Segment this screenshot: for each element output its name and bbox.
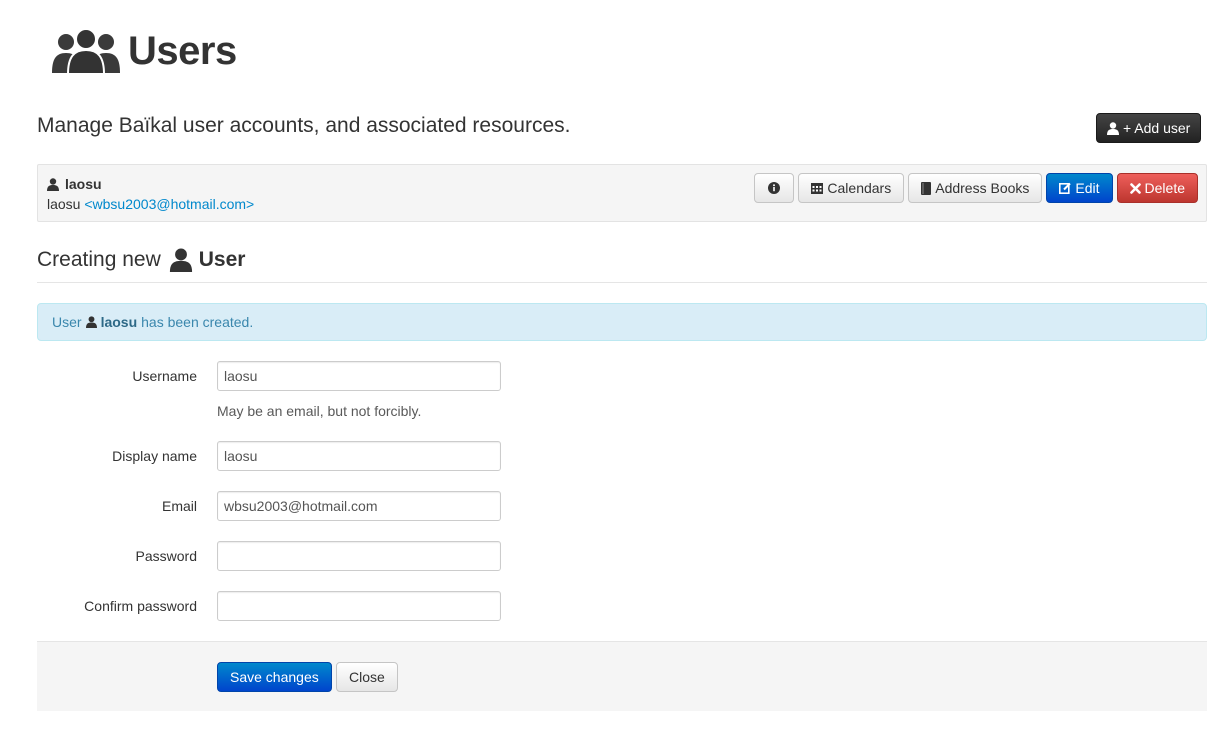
close-button[interactable]: Close <box>336 662 398 692</box>
save-changes-button[interactable]: Save changes <box>217 662 332 692</box>
password-row: Password <box>37 541 507 571</box>
calendars-button[interactable]: Calendars <box>798 173 905 203</box>
add-user-label: + Add user <box>1123 120 1191 136</box>
email-field[interactable] <box>217 491 501 521</box>
calendar-icon <box>811 183 824 194</box>
form-actions: Save changes Close <box>37 641 1207 711</box>
edit-label: Edit <box>1075 180 1100 196</box>
username-field[interactable] <box>217 361 501 391</box>
username-label: Username <box>132 368 197 384</box>
display-name-label: Display name <box>112 448 197 464</box>
page-header: Users <box>50 26 237 76</box>
email-label: Email <box>161 498 197 514</box>
user-icon <box>169 248 192 272</box>
user-username: laosu <box>65 176 102 192</box>
confirm-password-label: Confirm password <box>84 598 197 614</box>
user-name-line: laosu <box>47 176 102 192</box>
user-email-link[interactable]: <wbsu2003@hotmail.com> <box>84 196 254 212</box>
user-icon <box>85 316 97 328</box>
user-icon <box>1107 121 1119 135</box>
confirm-password-field[interactable] <box>217 591 501 621</box>
info-icon <box>768 182 781 194</box>
address-books-label: Address Books <box>935 180 1030 196</box>
page-description: Manage Baïkal user accounts, and associa… <box>37 114 571 137</box>
info-button[interactable] <box>754 173 795 203</box>
alert-text-before: User <box>52 314 82 330</box>
user-list-item: laosu laosu <wbsu2003@hotmail.com> Calen… <box>37 164 1207 222</box>
display-name-field[interactable] <box>217 441 501 471</box>
success-alert: User laosu has been created. <box>37 303 1207 341</box>
delete-label: Delete <box>1144 180 1185 196</box>
password-label: Password <box>135 548 197 564</box>
username-help: May be an email, but not forcibly. <box>217 403 422 419</box>
add-user-button[interactable]: + Add user <box>1096 113 1202 143</box>
username-row: Username <box>37 361 507 391</box>
delete-button[interactable]: Delete <box>1116 173 1198 203</box>
password-field[interactable] <box>217 541 501 571</box>
page-title: Users <box>128 28 237 73</box>
edit-icon <box>1059 182 1072 194</box>
user-detail-line: laosu <wbsu2003@hotmail.com> <box>47 196 254 212</box>
book-icon <box>921 181 932 195</box>
confirm-password-row: Confirm password <box>37 591 507 621</box>
remove-icon <box>1129 182 1141 194</box>
section-divider <box>37 282 1207 283</box>
address-books-button[interactable]: Address Books <box>908 173 1043 203</box>
edit-button[interactable]: Edit <box>1046 173 1113 203</box>
user-display-name: laosu <box>47 196 81 212</box>
email-row: Email <box>37 491 507 521</box>
users-icon <box>52 28 120 75</box>
alert-text-after: has been created. <box>141 314 254 330</box>
display-name-row: Display name <box>37 441 507 471</box>
user-row-actions: Calendars Address Books Edit Delete <box>754 173 1198 203</box>
alert-username: laosu <box>100 314 138 330</box>
section-title-entity: User <box>198 248 246 271</box>
section-title: Creating new User <box>37 248 245 272</box>
calendars-label: Calendars <box>827 180 892 196</box>
user-icon <box>47 177 59 191</box>
section-title-prefix: Creating new <box>37 248 161 271</box>
